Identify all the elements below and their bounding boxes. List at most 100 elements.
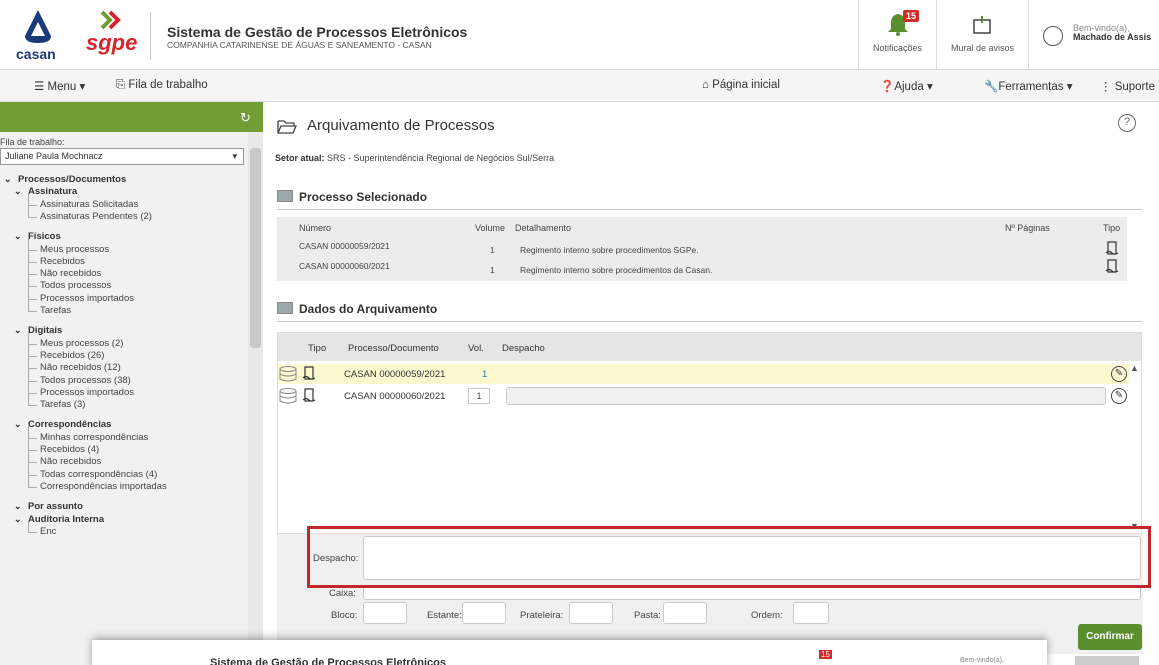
grid-header: Tipo Processo/Documento Vol. Despacho [278,333,1141,361]
sidebar-item[interactable]: Recebidos (4) [27,438,99,455]
setor-label: Setor atual: [275,153,325,163]
fila-select[interactable]: Juliane Paula Mochnacz ▾ [0,148,244,165]
sidebar-item[interactable]: Não recebidos (12) [28,356,121,373]
user-menu[interactable]: Bem-vindo(a), Machado de Assis [1028,0,1159,70]
sidebar-item[interactable]: Assinaturas Pendentes (2) [28,204,152,222]
vol-input[interactable]: 1 [468,388,490,404]
sidebar-item-label: Tarefas [40,305,72,316]
sidebar-group[interactable]: ⌄ Digitais [14,325,62,336]
casan-logo[interactable]: casan [14,10,84,62]
sidebar-item-label: Meus processos [40,243,110,255]
fila-select-label: Fila de trabalho: [0,137,65,147]
cell-vol[interactable]: 1 [482,369,487,380]
sidebar-item[interactable]: Meus processos (2) [27,331,124,349]
sidebar-item[interactable]: Recebidos [28,249,85,267]
sidebar-group[interactable]: ⌄ Assinatura [14,186,77,197]
ordem-input[interactable] [793,602,829,624]
grid-row[interactable]: CASAN 00000060/2021 1 ✎ [278,386,1129,406]
sgpe-logo[interactable]: sgpe [86,10,142,58]
section-processo-selecionado: Processo Selecionado [277,190,427,204]
sidebar-item[interactable]: Processos importados [28,286,134,304]
grid-scrollbar[interactable]: ▲ ▼ [1130,361,1141,533]
sidebar-item[interactable]: Todas correspondências (4) [27,462,157,480]
section-title: Processo Selecionado [299,190,428,204]
notifications-button[interactable]: 15 Notificações [858,0,936,70]
sidebar-item-label: Enc [40,525,57,537]
sidebar-toolbar: ↻ [0,102,263,132]
edit-icon[interactable]: ✎ [1111,388,1127,404]
sidebar-item[interactable]: Não recebidos [27,262,101,279]
col-header: Volume [475,223,506,233]
grid-row[interactable]: CASAN 00000059/2021 1 ✎ [278,364,1129,384]
sidebar-item[interactable]: Não recebidos [27,450,101,467]
confirm-button[interactable]: Confirmar [1078,624,1142,650]
bloco-input[interactable] [363,602,407,624]
cell-volume: 1 [490,265,495,275]
sidebar-item-label: Minhas correspondências [40,431,149,443]
sidebar-item-label: Processos importados [40,386,134,398]
help-circle-icon[interactable]: ? [1118,114,1136,132]
sidebar-item[interactable]: Recebidos (26) [27,343,104,361]
folder-open-icon [277,120,297,134]
sidebar-group[interactable]: ⌄ Por assunto [14,501,83,512]
caret-down-icon: ▾ [76,81,86,93]
overlay-button [1075,656,1139,665]
home-label: Página inicial [712,79,780,91]
col-header: Número [299,223,332,233]
sidebar-item[interactable]: Meus processos [27,237,110,255]
sidebar-item[interactable]: Processos importados [28,380,134,398]
main-content: Arquivamento de Processos ? Setor atual:… [263,102,1159,665]
help-dropdown[interactable]: ❓Ajuda ▾ [880,79,933,93]
mural-button[interactable]: Mural de avisos [936,0,1028,70]
tools-dropdown[interactable]: 🔧Ferramentas ▾ [984,79,1072,93]
chevron-up-icon[interactable]: ▲ [1130,363,1139,373]
sidebar-item[interactable]: Todos processos (38) [28,368,131,386]
sidebar-item-label: Processos importados [40,292,134,304]
support-dropdown[interactable]: ⋮ Suporte [1100,79,1155,93]
ordem-label: Ordem: [751,610,783,621]
sidebar-item-label: Todos processos (38) [40,374,131,386]
home-link[interactable]: ⌂ Página inicial [702,79,780,91]
col-header: Despacho [502,343,545,354]
user-avatar-icon [1043,26,1063,46]
edit-icon[interactable]: ✎ [1111,366,1127,382]
setor-value: SRS - Superintendência Regional de Negóc… [327,153,555,163]
despacho-row-input[interactable] [506,387,1106,405]
estante-input[interactable] [462,602,506,624]
sidebar: ↻ Fila de trabalho: Juliane Paula Mochna… [0,102,263,665]
sidebar-item[interactable]: Tarefas [27,299,72,316]
sidebar-item-label: Meus processos (2) [40,337,124,349]
pasta-input[interactable] [663,602,707,624]
app-header: casan sgpe Sistema de Gestão de Processo… [0,0,1159,70]
archive-grid: Tipo Processo/Documento Vol. Despacho CA… [277,332,1142,534]
sidebar-group[interactable]: ⌄ Físicos [14,231,61,242]
sidebar-scrollbar[interactable] [248,132,263,665]
menu-dropdown[interactable]: ☰ Menu ▾ [34,79,85,93]
refresh-icon[interactable]: ↻ [240,110,251,126]
overlay-greeting: Bem-vindo(a), [960,657,1004,664]
sidebar-item-label: Auditoria Interna [28,513,105,525]
sidebar-item[interactable]: Correspondências importadas [28,474,167,492]
chevron-down-icon: ⌄ [14,325,22,336]
wrench-icon: 🔧 [984,81,999,93]
sidebar-item[interactable]: Tarefas (3) [27,393,85,410]
fila-label: Fila de trabalho [128,79,208,91]
sgpe-arrow-icon [100,10,121,30]
sidebar-item[interactable]: Todos processos [27,274,111,291]
fila-link[interactable]: ⎘ Fila de trabalho [116,79,208,92]
caret-down-icon: ▾ [1063,81,1073,93]
scrollbar-thumb[interactable] [250,148,261,348]
home-icon: ⌂ [702,79,713,91]
queue-icon: ⎘ [116,79,129,91]
header-divider [150,12,151,60]
sidebar-item[interactable]: Assinaturas Solicitadas [27,192,138,210]
sidebar-item[interactable]: Enc [27,519,57,537]
divider [277,209,1142,210]
sidebar-item-label: Recebidos [40,255,85,267]
top-navbar: ☰ Menu ▾ ⎘ Fila de trabalho ⌂ Página ini… [0,70,1159,102]
sidebar-item[interactable]: Minhas correspondências [27,425,149,443]
stack-icon [279,388,297,404]
col-header: Detalhamento [515,223,572,233]
sidebar-group[interactable]: ⌄ Processos/Documentos [4,174,126,185]
prateleira-input[interactable] [569,602,613,624]
